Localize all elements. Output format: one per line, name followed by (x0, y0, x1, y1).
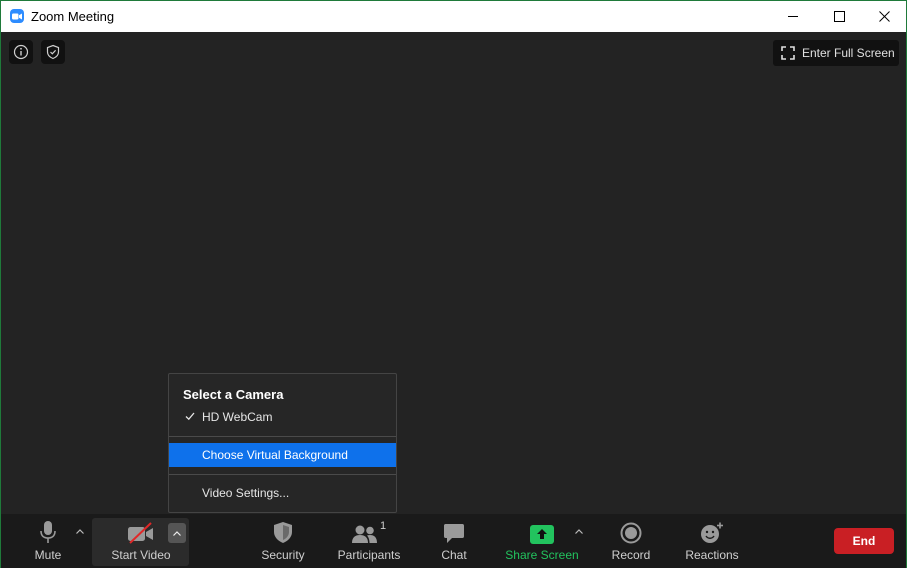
choose-virtual-background-item[interactable]: Choose Virtual Background (169, 443, 396, 467)
camera-option-label: HD WebCam (202, 410, 273, 424)
reactions-button[interactable]: Reactions (682, 514, 742, 568)
virtual-background-label: Choose Virtual Background (202, 448, 348, 462)
reactions-label: Reactions (685, 548, 739, 562)
participants-icon (351, 525, 377, 543)
security-label: Security (261, 548, 305, 562)
window-title: Zoom Meeting (31, 9, 115, 24)
share-screen-button[interactable]: Share Screen (504, 514, 580, 568)
mute-button[interactable]: Mute (23, 514, 73, 568)
camera-menu-title: Select a Camera (183, 387, 284, 402)
menu-divider (169, 436, 396, 437)
meeting-toolbar: Mute Start Video Security 1 Participants… (1, 514, 906, 568)
record-icon (620, 522, 642, 544)
camera-option-hd-webcam[interactable]: HD WebCam (169, 407, 396, 427)
maximize-icon (833, 11, 845, 22)
title-bar: Zoom Meeting (1, 1, 906, 32)
minimize-button[interactable] (770, 1, 816, 32)
share-options-caret[interactable] (572, 524, 586, 538)
full-screen-label: Enter Full Screen (802, 46, 895, 60)
close-icon (878, 11, 890, 22)
participant-count: 1 (379, 520, 387, 532)
camera-menu: Select a Camera HD WebCam Choose Virtual… (168, 373, 397, 513)
chat-label: Chat (441, 548, 467, 562)
share-screen-icon (530, 525, 554, 544)
close-button[interactable] (861, 1, 907, 32)
participants-label: Participants (337, 548, 401, 562)
meeting-video-area: Enter Full Screen (1, 32, 906, 514)
chat-bubble-icon (444, 524, 464, 543)
shield-icon[interactable] (41, 40, 65, 64)
shield-icon (274, 522, 292, 543)
maximize-button[interactable] (816, 1, 862, 32)
zoom-window: Zoom Meeting Enter Full Screen Select a … (0, 0, 907, 568)
chevron-up-icon (173, 530, 181, 536)
chevron-up-icon (575, 528, 583, 534)
end-meeting-button[interactable]: End (834, 528, 894, 554)
menu-divider (169, 474, 396, 475)
video-off-icon (128, 522, 153, 544)
minimize-icon (787, 16, 798, 17)
mute-label: Mute (34, 548, 62, 562)
fullscreen-icon (781, 46, 795, 60)
video-settings-label: Video Settings... (202, 486, 290, 500)
record-button[interactable]: Record (606, 514, 656, 568)
info-icon[interactable] (9, 40, 33, 64)
chevron-up-icon (76, 528, 84, 534)
zoom-camera-icon (10, 9, 24, 23)
participants-button[interactable]: 1 Participants (334, 514, 404, 568)
record-label: Record (611, 548, 651, 562)
enter-full-screen-button[interactable]: Enter Full Screen (773, 40, 899, 66)
chat-button[interactable]: Chat (434, 514, 474, 568)
security-button[interactable]: Security (256, 514, 310, 568)
share-screen-label: Share Screen (505, 548, 579, 562)
start-video-label: Start Video (111, 548, 171, 562)
checkmark-icon (185, 412, 195, 421)
video-settings-item[interactable]: Video Settings... (169, 481, 396, 505)
video-options-caret[interactable] (168, 523, 186, 543)
emoji-add-icon (701, 522, 723, 543)
audio-options-caret[interactable] (73, 524, 87, 538)
microphone-icon (40, 521, 56, 543)
